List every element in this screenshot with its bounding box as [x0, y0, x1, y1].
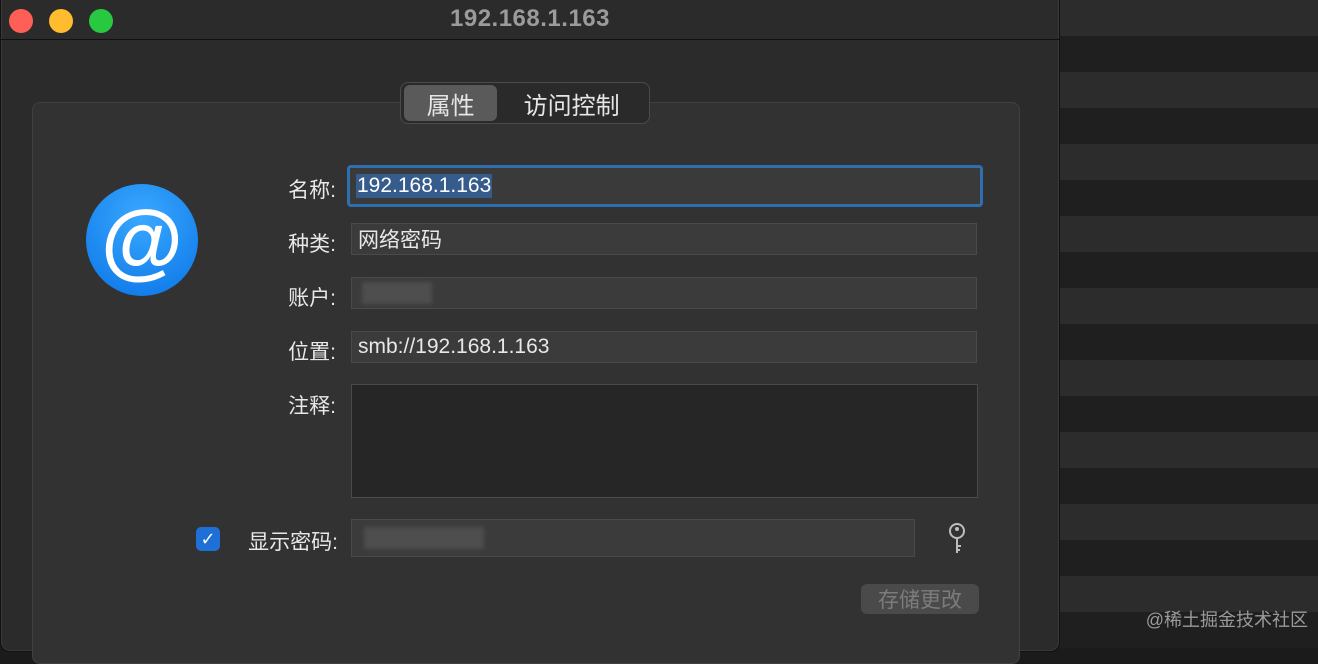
location-value: smb://192.168.1.163: [358, 335, 550, 358]
password-field[interactable]: [351, 519, 915, 557]
tab-access-control[interactable]: 访问控制: [497, 85, 646, 121]
key-icon[interactable]: [946, 522, 968, 556]
location-field[interactable]: smb://192.168.1.163: [351, 331, 977, 363]
name-field[interactable]: 192.168.1.163: [347, 165, 983, 207]
account-redacted: [362, 282, 432, 304]
kind-field[interactable]: 网络密码: [351, 223, 977, 255]
tab-attributes[interactable]: 属性: [404, 85, 498, 121]
segmented-control: 属性 访问控制: [400, 82, 650, 124]
name-value: 192.168.1.163: [356, 174, 493, 198]
at-sign-icon: @: [86, 184, 198, 296]
name-label: 名称:: [288, 179, 336, 202]
window-title: 192.168.1.163: [450, 5, 610, 32]
comments-label: 注释:: [288, 395, 336, 418]
account-label: 账户:: [288, 287, 336, 310]
watermark: @稀土掘金技术社区: [1145, 610, 1308, 630]
location-label: 位置:: [288, 341, 336, 364]
show-password-checkbox[interactable]: ✓: [196, 527, 220, 551]
password-redacted: [364, 527, 484, 549]
kind-label: 种类:: [288, 233, 336, 256]
background-list: [1040, 0, 1318, 648]
show-password-label: 显示密码:: [248, 531, 338, 554]
account-field[interactable]: [351, 277, 977, 309]
comments-textarea[interactable]: [351, 384, 978, 498]
kind-value: 网络密码: [358, 229, 442, 252]
titlebar: 192.168.1.163: [1, 1, 1059, 40]
save-changes-button[interactable]: 存储更改: [861, 584, 979, 614]
